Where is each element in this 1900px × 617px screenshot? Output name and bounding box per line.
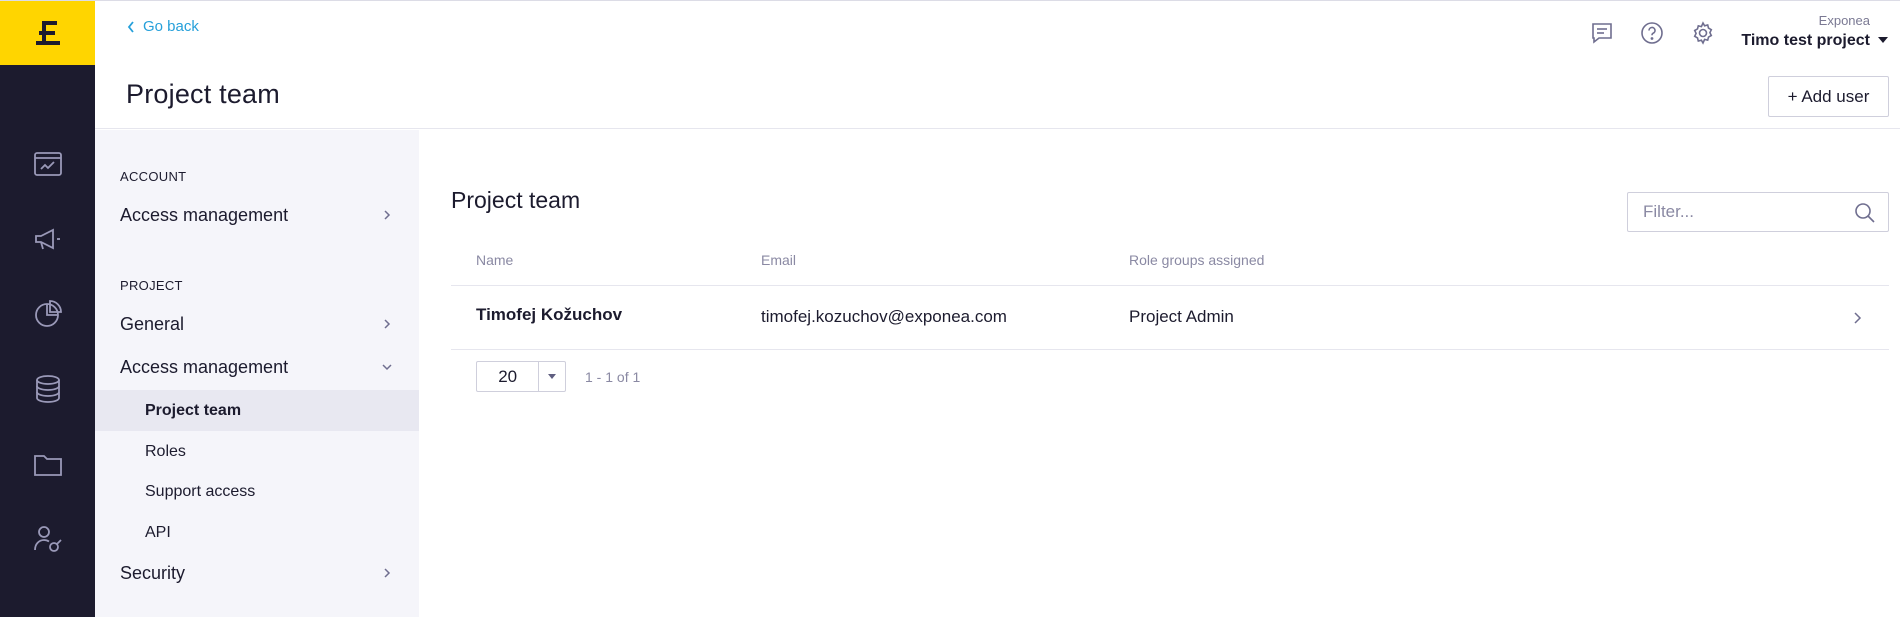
- organization-name: Exponea: [1818, 13, 1870, 28]
- settings-sidenav: ACCOUNT Access management PROJECT Genera…: [95, 130, 419, 617]
- chevron-down-icon: [382, 364, 392, 371]
- search-icon[interactable]: [1854, 202, 1876, 224]
- go-back-link[interactable]: Go back: [127, 18, 199, 35]
- assets-icon[interactable]: [0, 434, 95, 494]
- help-icon[interactable]: [1638, 19, 1666, 47]
- filter-field[interactable]: [1627, 192, 1889, 232]
- table-row[interactable]: Timofej Kožuchov timofej.kozuchov@expone…: [451, 286, 1889, 350]
- chevron-right-icon: [384, 568, 391, 578]
- project-switcher[interactable]: Exponea Timo test project: [1741, 13, 1888, 50]
- sidebar-subitem-support-access[interactable]: Support access: [95, 471, 419, 512]
- table-header: Name Email Role groups assigned: [451, 240, 1889, 286]
- dashboard-icon[interactable]: [0, 134, 95, 194]
- chevron-right-icon[interactable]: [1851, 311, 1863, 325]
- go-back-label: Go back: [143, 18, 199, 35]
- page-size-value: 20: [498, 366, 518, 386]
- column-header-email[interactable]: Email: [761, 252, 796, 268]
- page-title: Project team: [126, 79, 280, 109]
- chevron-right-icon: [384, 319, 391, 329]
- column-header-name[interactable]: Name: [476, 252, 513, 268]
- caret-down-icon: [1878, 37, 1888, 43]
- sidebar-subitem-roles[interactable]: Roles: [95, 431, 419, 472]
- project-name: Timo test project: [1741, 32, 1870, 49]
- column-header-role-groups[interactable]: Role groups assigned: [1129, 252, 1264, 268]
- user-email: timofej.kozuchov@exponea.com: [761, 307, 1007, 326]
- exponea-logo[interactable]: [0, 1, 95, 65]
- data-icon[interactable]: [0, 359, 95, 419]
- user-name: Timofej Kožuchov: [476, 305, 623, 324]
- page-size-select[interactable]: 20: [476, 361, 566, 392]
- logo-icon: [35, 21, 60, 45]
- app-rail: [0, 1, 95, 617]
- chat-icon[interactable]: [1588, 19, 1616, 47]
- chevron-right-icon: [384, 210, 391, 220]
- sidebar-item-account-access-management[interactable]: Access management: [95, 197, 419, 233]
- user-role-groups: Project Admin: [1129, 307, 1234, 326]
- sidebar-subitem-api[interactable]: API: [95, 512, 419, 553]
- sidebar-item-security[interactable]: Security: [95, 555, 419, 591]
- pagination: 20 1 - 1 of 1: [476, 361, 640, 392]
- add-user-button[interactable]: + Add user: [1768, 76, 1889, 117]
- settings-gear-icon[interactable]: [1689, 19, 1717, 47]
- sidebar-item-label: Access management: [120, 204, 289, 225]
- chevron-left-icon: [127, 20, 134, 33]
- page-range: 1 - 1 of 1: [585, 368, 641, 385]
- section-title: Project team: [451, 187, 581, 213]
- sidebar-item-general[interactable]: General: [95, 306, 419, 342]
- project-section-heading: PROJECT: [120, 278, 183, 293]
- analyses-icon[interactable]: [0, 284, 95, 344]
- campaigns-icon[interactable]: [0, 209, 95, 269]
- sidebar-subitem-project-team[interactable]: Project team: [95, 390, 419, 431]
- sidebar-item-label: Security: [120, 562, 186, 583]
- filter-input[interactable]: [1643, 202, 1843, 222]
- dropdown-caret-icon[interactable]: [538, 362, 565, 391]
- sidebar-item-project-access-management[interactable]: Access management: [95, 349, 419, 385]
- account-section-heading: ACCOUNT: [120, 169, 187, 184]
- sidebar-item-label: General: [120, 313, 185, 334]
- main-content: Project team Name Email Role groups assi…: [419, 130, 1900, 617]
- sidebar-item-label: Access management: [120, 356, 289, 377]
- page-header: Go back Project team Exponea Timo test p…: [95, 1, 1900, 129]
- user-settings-icon[interactable]: [0, 509, 95, 569]
